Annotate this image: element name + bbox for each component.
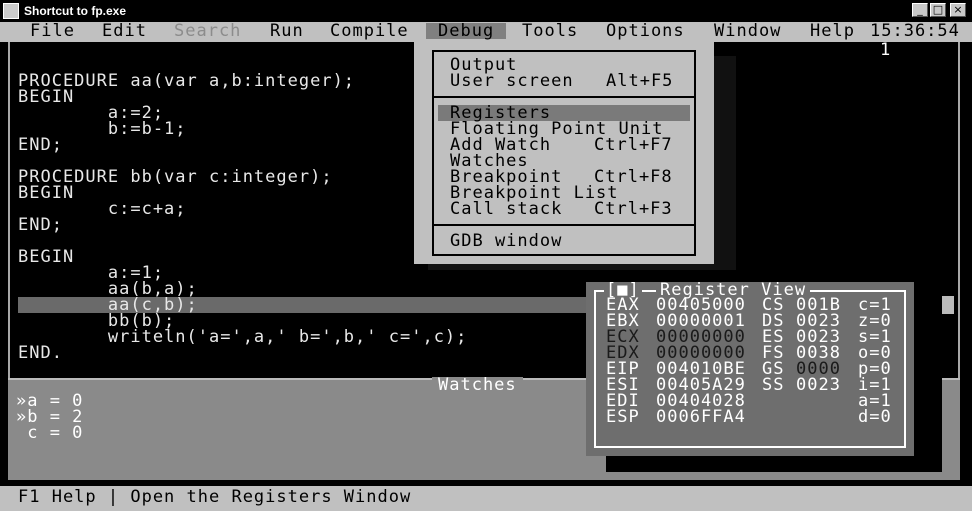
menu-search[interactable]: Search bbox=[174, 23, 241, 40]
menu-help[interactable]: Help bbox=[810, 23, 855, 40]
register-value: 0023 bbox=[796, 375, 841, 395]
menu-edit[interactable]: Edit bbox=[102, 23, 147, 40]
menu-debug[interactable]: Debug bbox=[426, 23, 507, 40]
register-name: SS bbox=[762, 375, 785, 395]
title-bar bbox=[0, 0, 972, 23]
menu-item-call-stack[interactable]: Call stack bbox=[450, 201, 562, 218]
menu-window[interactable]: Window bbox=[714, 23, 781, 40]
menu-file[interactable]: File bbox=[30, 23, 75, 40]
watches-title: Watches bbox=[432, 377, 523, 394]
shortcut-call-stack: Ctrl+F3 bbox=[594, 199, 673, 219]
code-line[interactable]: END; bbox=[18, 137, 63, 154]
menu-separator bbox=[432, 224, 696, 226]
code-line[interactable]: writeln('a=',a,' b=',b,' c=',c); bbox=[18, 329, 467, 346]
watch-item[interactable]: c = 0 bbox=[16, 425, 83, 442]
register-name: ESP bbox=[606, 407, 640, 427]
flag-value: d=0 bbox=[858, 407, 892, 427]
menu-compile[interactable]: Compile bbox=[330, 23, 409, 40]
menu-options[interactable]: Options bbox=[606, 23, 685, 40]
menu-separator bbox=[432, 96, 696, 98]
status-text: F1 Help | Open the Registers Window bbox=[18, 487, 412, 507]
clock: 15:36:54 bbox=[870, 21, 960, 41]
code-line[interactable]: END; bbox=[18, 217, 63, 234]
minimize-button[interactable]: _ bbox=[912, 3, 928, 17]
menu-item-gdb-window[interactable]: GDB window bbox=[450, 233, 562, 250]
shortcut-add-watch: Ctrl+F7 bbox=[594, 135, 673, 155]
window-title: Shortcut to fp.exe bbox=[24, 4, 127, 18]
register-value: 0006FFA4 bbox=[656, 407, 746, 427]
editor-scrollbar[interactable] bbox=[942, 296, 954, 314]
menu-tools[interactable]: Tools bbox=[522, 23, 578, 40]
close-button[interactable]: × bbox=[950, 3, 966, 17]
menu-item-user-screen[interactable]: User screen bbox=[450, 73, 574, 90]
shortcut-user-screen: Alt+F5 bbox=[606, 71, 674, 91]
window-number: 1 bbox=[880, 40, 892, 60]
maximize-button[interactable]: □ bbox=[930, 3, 946, 17]
menu-run[interactable]: Run bbox=[270, 23, 304, 40]
app-icon bbox=[3, 3, 19, 19]
code-line[interactable]: END. bbox=[18, 345, 63, 362]
